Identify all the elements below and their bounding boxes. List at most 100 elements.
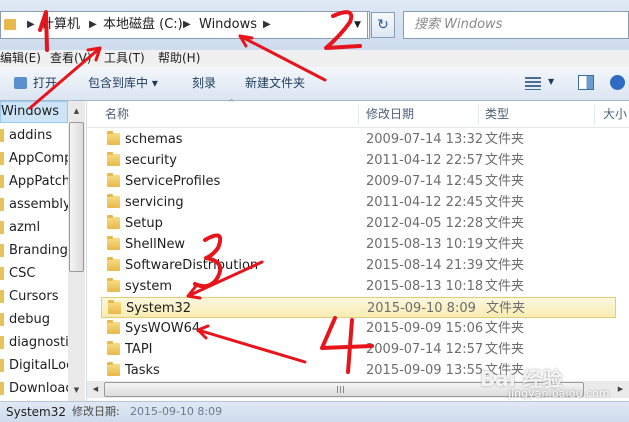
column-divider[interactable]: [358, 105, 359, 125]
new-folder-button[interactable]: 新建文件夹: [245, 67, 305, 100]
table-row[interactable]: schemas 2009-07-14 13:32 文件夹: [101, 129, 616, 150]
file-name: ServiceProfiles: [125, 174, 221, 189]
address-dropdown-button[interactable]: ▼: [348, 11, 368, 39]
table-row[interactable]: system 2015-08-13 10:18 文件夹: [101, 276, 616, 297]
folder-icon: [107, 131, 120, 145]
file-name: SoftwareDistribution: [125, 258, 259, 273]
refresh-icon: ↻: [377, 17, 389, 33]
chevron-down-icon: ▼: [354, 20, 361, 30]
nav-folder-item[interactable]: debug: [0, 308, 68, 331]
folder-icon: [0, 382, 4, 395]
nav-folder-label: CSC: [9, 266, 36, 281]
search-placeholder: 搜索 Windows: [414, 17, 503, 32]
chevron-right-icon[interactable]: ▶: [89, 12, 97, 38]
breadcrumb-computer[interactable]: 计算机: [41, 12, 80, 38]
scroll-up-icon[interactable]: ▲: [68, 103, 85, 120]
folder-icon: [0, 244, 4, 257]
nav-folder-item[interactable]: azml: [0, 216, 68, 239]
table-row[interactable]: servicing 2011-04-12 22:45 文件夹: [101, 192, 616, 213]
file-date: 2009-07-14 12:57: [366, 342, 484, 357]
column-divider[interactable]: [478, 105, 479, 125]
column-type[interactable]: 类型: [485, 101, 509, 127]
folder-icon: [107, 278, 120, 292]
breadcrumb-local-disk[interactable]: 本地磁盘 (C:): [103, 12, 183, 38]
table-row[interactable]: TAPI 2009-07-14 12:57 文件夹: [101, 339, 616, 360]
open-button[interactable]: 打开: [33, 67, 57, 100]
folder-icon: [108, 300, 121, 314]
table-row[interactable]: ServiceProfiles 2009-07-14 12:45 文件夹: [101, 171, 616, 192]
sort-up-icon: ^: [228, 98, 235, 107]
menu-tools[interactable]: 工具(T): [104, 50, 145, 67]
table-row[interactable]: SysWOW64 2015-09-09 15:06 文件夹: [101, 318, 616, 339]
nav-folder-item[interactable]: DigitalLock: [0, 354, 68, 377]
column-date[interactable]: 修改日期: [366, 101, 414, 127]
nav-folder-label: azml: [9, 220, 41, 235]
nav-folder-item[interactable]: Download: [0, 377, 68, 400]
view-dropdown-icon[interactable]: ▼: [548, 77, 554, 86]
file-date: 2015-08-13 10:19: [366, 237, 484, 252]
include-in-library-button[interactable]: 包含到库中 ▾: [88, 67, 158, 100]
table-row-selected[interactable]: System32 2015-09-10 8:09 文件夹: [101, 297, 616, 318]
file-name: Setup: [125, 216, 163, 231]
nav-folder-label: AppPatch: [9, 174, 68, 189]
status-item-name: System32: [6, 405, 67, 419]
table-row[interactable]: ShellNew 2015-08-13 10:19 文件夹: [101, 234, 616, 255]
table-row[interactable]: SoftwareDistribution 2015-08-14 21:39 文件夹: [101, 255, 616, 276]
nav-folder-item[interactable]: assembly: [0, 193, 68, 216]
file-type: 文件夹: [485, 153, 525, 168]
nav-folder-item[interactable]: CSC: [0, 262, 68, 285]
breadcrumb-windows[interactable]: Windows: [199, 12, 257, 38]
column-size[interactable]: 大小: [603, 101, 627, 127]
nav-current-folder[interactable]: Windows: [0, 101, 68, 123]
column-divider[interactable]: [594, 105, 595, 125]
file-type: 文件夹: [485, 216, 525, 231]
folder-icon: [107, 215, 120, 229]
table-row[interactable]: security 2011-04-12 22:57 文件夹: [101, 150, 616, 171]
folder-icon: [107, 341, 120, 355]
folder-icon: [107, 320, 120, 334]
menu-view[interactable]: 查看(V): [50, 50, 92, 67]
help-icon[interactable]: [610, 75, 625, 90]
folder-icon: [0, 175, 4, 188]
refresh-button[interactable]: ↻: [371, 12, 395, 38]
view-options-icon[interactable]: [525, 77, 541, 90]
nav-folder-label: debug: [9, 312, 50, 327]
table-row[interactable]: Setup 2012-04-05 12:28 文件夹: [101, 213, 616, 234]
scroll-down-icon[interactable]: ▼: [68, 382, 85, 399]
menu-edit[interactable]: 编辑(E): [0, 50, 41, 67]
nav-folder-item[interactable]: AppComp: [0, 147, 68, 170]
status-bar: System32 修改日期: 2015-09-10 8:09: [0, 401, 629, 422]
chevron-right-icon[interactable]: ▶: [183, 12, 191, 38]
file-date: 2009-07-14 13:32: [366, 132, 484, 147]
file-date: 2015-08-13 10:18: [366, 279, 484, 294]
menu-help[interactable]: 帮助(H): [158, 50, 200, 67]
file-name: schemas: [125, 132, 183, 147]
column-name[interactable]: 名称: [105, 101, 129, 127]
nav-folder-item[interactable]: diagnostic: [0, 331, 68, 354]
file-type: 文件夹: [485, 279, 525, 294]
nav-folder-item[interactable]: Cursors: [0, 285, 68, 308]
file-date: 2011-04-12 22:45: [366, 195, 484, 210]
folder-icon: [107, 152, 120, 166]
nav-folder-label: diagnostic: [9, 335, 68, 350]
address-bar[interactable]: ▶ 计算机 ▶ 本地磁盘 (C:) ▶ Windows ▶: [0, 11, 370, 39]
burn-button[interactable]: 刻录: [192, 67, 216, 100]
preview-pane-icon[interactable]: [578, 75, 594, 90]
nav-folder-item[interactable]: addins: [0, 124, 68, 147]
chevron-right-icon[interactable]: ▶: [263, 12, 271, 38]
file-date: 2015-09-09 13:55: [366, 363, 484, 378]
nav-scroll-thumb[interactable]: [69, 122, 84, 272]
nav-folder-label: assembly: [9, 197, 68, 212]
scroll-left-icon[interactable]: ◀: [87, 381, 104, 398]
file-type: 文件夹: [485, 237, 525, 252]
nav-folder-item[interactable]: AppPatch: [0, 170, 68, 193]
folder-icon: [0, 129, 4, 142]
chevron-right-icon[interactable]: ▶: [27, 12, 35, 38]
file-type: 文件夹: [485, 174, 525, 189]
folder-icon: [0, 267, 4, 280]
nav-folder-item[interactable]: Branding: [0, 239, 68, 262]
open-icon: [14, 77, 27, 89]
nav-folder-label: Cursors: [9, 289, 59, 304]
file-date: 2011-04-12 22:57: [366, 153, 484, 168]
search-input[interactable]: 搜索 Windows: [403, 11, 629, 39]
